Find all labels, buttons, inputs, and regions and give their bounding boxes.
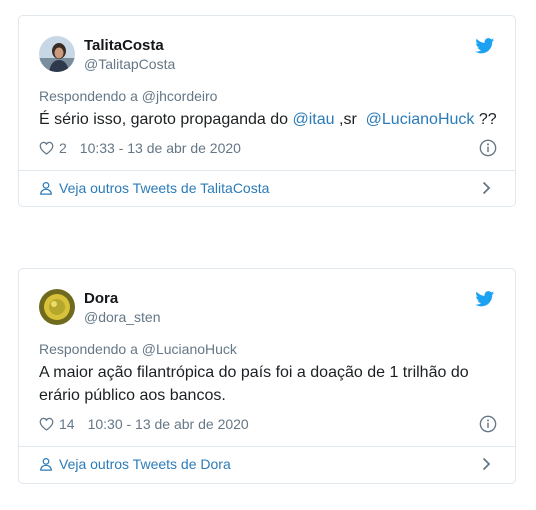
reply-prefix: Respondendo a	[39, 341, 142, 357]
timestamp[interactable]: 10:33 - 13 de abr de 2020	[80, 140, 241, 156]
more-tweets-link[interactable]: Veja outros Tweets de TalitaCosta	[39, 177, 497, 199]
avatar[interactable]	[39, 36, 75, 72]
avatar[interactable]	[39, 289, 75, 325]
chevron-right-icon[interactable]	[482, 181, 491, 195]
tweet-text: É sério isso, garoto propaganda do @itau…	[39, 108, 497, 131]
reply-to-link[interactable]: @LucianoHuck	[142, 341, 237, 357]
reply-context: Respondendo a @jhcordeiro	[39, 88, 217, 104]
reply-context: Respondendo a @LucianoHuck	[39, 341, 237, 357]
reply-prefix: Respondendo a	[39, 88, 142, 104]
person-icon	[40, 457, 52, 471]
author-name[interactable]: TalitaCosta	[84, 37, 164, 54]
like-count[interactable]: 2	[59, 140, 67, 156]
more-tweets-link[interactable]: Veja outros Tweets de Dora	[39, 453, 497, 475]
heart-icon[interactable]	[39, 141, 54, 155]
author-name[interactable]: Dora	[84, 290, 118, 307]
divider	[19, 446, 515, 447]
mention-link[interactable]: @itau	[293, 111, 335, 128]
person-icon	[40, 181, 52, 195]
author-handle[interactable]: @dora_sten	[84, 309, 160, 325]
heart-icon[interactable]	[39, 417, 54, 431]
tweet-card: TalitaCosta @TalitapCosta Respondendo a …	[18, 15, 516, 207]
info-icon[interactable]	[479, 415, 497, 433]
tweet-card: Dora @dora_sten Respondendo a @LucianoHu…	[18, 268, 516, 484]
like-count[interactable]: 14	[59, 416, 75, 432]
author-handle[interactable]: @TalitapCosta	[84, 56, 175, 72]
twitter-bird-icon[interactable]	[475, 38, 495, 54]
mention-link[interactable]: @LucianoHuck	[366, 111, 475, 128]
tweet-text-part: É sério isso, garoto propaganda do	[39, 111, 293, 128]
more-tweets-label[interactable]: Veja outros Tweets de Dora	[59, 456, 231, 472]
tweet-meta: 14 10:30 - 13 de abr de 2020	[39, 414, 497, 434]
twitter-bird-icon[interactable]	[475, 291, 495, 307]
tweet-meta: 2 10:33 - 13 de abr de 2020	[39, 138, 497, 158]
chevron-right-icon[interactable]	[482, 457, 491, 471]
tweet-text-part: ,sr	[334, 111, 366, 128]
reply-to-link[interactable]: @jhcordeiro	[142, 88, 218, 104]
timestamp[interactable]: 10:30 - 13 de abr de 2020	[88, 416, 249, 432]
info-icon[interactable]	[479, 139, 497, 157]
tweet-text-part: ??	[474, 111, 497, 128]
divider	[19, 170, 515, 171]
more-tweets-label[interactable]: Veja outros Tweets de TalitaCosta	[59, 180, 269, 196]
tweet-text: A maior ação filantrópica do país foi a …	[39, 364, 469, 404]
